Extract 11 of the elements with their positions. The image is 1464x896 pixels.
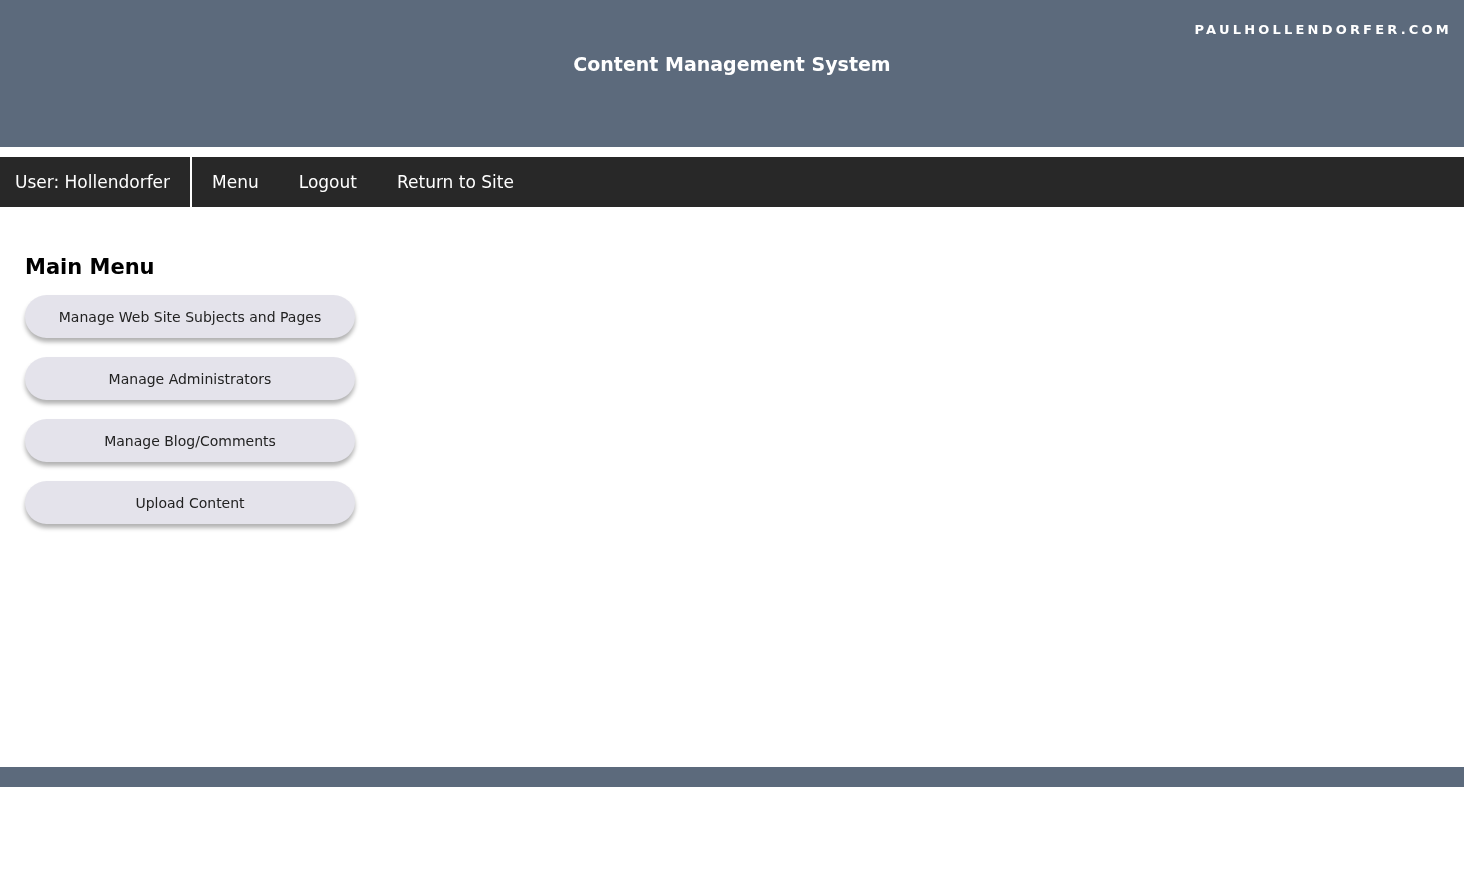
nav-link[interactable]: Menu	[212, 172, 259, 192]
site-name[interactable]: PAULHOLLENDORFER.COM	[1194, 22, 1452, 37]
user-label: User: Hollendorfer	[0, 157, 193, 207]
menu-button[interactable]: Manage Web Site Subjects and Pages	[25, 295, 355, 338]
menu-button[interactable]: Manage Blog/Comments	[25, 419, 355, 462]
menu-heading: Main Menu	[25, 255, 156, 279]
menu-button[interactable]: Manage Administrators	[25, 357, 355, 400]
page-title: Content Management System	[573, 53, 891, 75]
nav-link[interactable]: Return to Site	[396, 172, 514, 192]
menu-button[interactable]: Upload Content	[25, 481, 355, 524]
nav-link[interactable]: Logout	[298, 172, 357, 192]
